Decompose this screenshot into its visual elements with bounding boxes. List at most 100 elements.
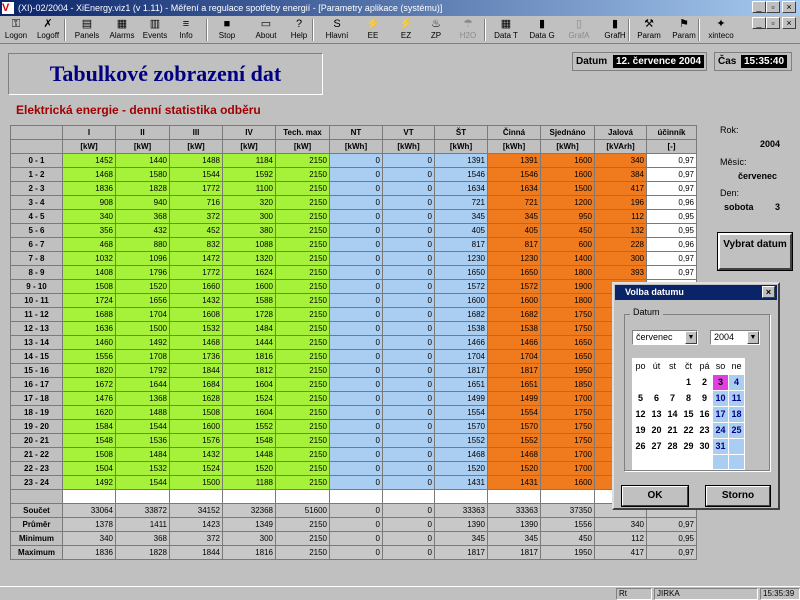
- chevron-down-icon[interactable]: ▼: [747, 331, 759, 344]
- calendar-day[interactable]: 8: [680, 390, 697, 407]
- table-cell[interactable]: 0: [329, 223, 383, 238]
- table-cell[interactable]: 0: [382, 209, 435, 224]
- table-cell[interactable]: 1476: [62, 391, 116, 406]
- table-cell[interactable]: 1816: [222, 349, 276, 364]
- calendar-day[interactable]: 30: [696, 438, 713, 455]
- table-cell[interactable]: 1750: [540, 433, 595, 448]
- month-select[interactable]: červenec ▼: [632, 330, 698, 345]
- table-cell[interactable]: 1188: [222, 475, 276, 490]
- row-header[interactable]: 22 - 23: [10, 461, 63, 476]
- table-cell[interactable]: 384: [594, 167, 647, 182]
- table-cell[interactable]: 1850: [540, 377, 595, 392]
- table-cell[interactable]: 817: [434, 237, 488, 252]
- table-cell[interactable]: 1704: [115, 307, 170, 322]
- table-cell[interactable]: 1750: [540, 419, 595, 434]
- table-cell[interactable]: 1628: [169, 391, 223, 406]
- table-cell[interactable]: 0: [382, 475, 435, 490]
- table-cell[interactable]: 1554: [487, 405, 541, 420]
- table-cell[interactable]: 0: [329, 391, 383, 406]
- table-cell[interactable]: 1230: [434, 251, 488, 266]
- table-cell[interactable]: 908: [62, 195, 116, 210]
- table-cell[interactable]: 450: [540, 223, 595, 238]
- table-cell[interactable]: 1700: [540, 391, 595, 406]
- toolbar-button-ez-11[interactable]: ⚡ EZ: [393, 17, 419, 43]
- table-cell[interactable]: 1492: [62, 475, 116, 490]
- table-cell[interactable]: 1400: [540, 251, 595, 266]
- table-cell[interactable]: 393: [594, 265, 647, 280]
- table-cell[interactable]: 0: [329, 419, 383, 434]
- table-cell[interactable]: 2150: [275, 363, 330, 378]
- toolbar-button-panels-2[interactable]: ▤ Panels: [72, 17, 102, 43]
- select-date-button[interactable]: Vybrat datum: [717, 232, 793, 271]
- table-cell[interactable]: 0,96: [646, 237, 697, 252]
- table-cell[interactable]: 196: [594, 195, 647, 210]
- table-cell[interactable]: 0: [329, 195, 383, 210]
- table-cell[interactable]: 2150: [275, 405, 330, 420]
- table-cell[interactable]: 228: [594, 237, 647, 252]
- table-cell[interactable]: 1588: [222, 293, 276, 308]
- table-cell[interactable]: 1820: [62, 363, 116, 378]
- table-cell[interactable]: 1546: [487, 167, 541, 182]
- row-header[interactable]: 7 - 8: [10, 251, 63, 266]
- table-cell[interactable]: 380: [222, 223, 276, 238]
- toolbar-button-h2o-13[interactable]: ☂ H2O: [453, 17, 483, 43]
- table-cell[interactable]: 1600: [540, 153, 595, 168]
- table-cell[interactable]: 345: [434, 209, 488, 224]
- calendar-day[interactable]: 19: [632, 422, 649, 439]
- table-cell[interactable]: 1460: [62, 335, 116, 350]
- table-cell[interactable]: 2150: [275, 209, 330, 224]
- cancel-button[interactable]: Storno: [705, 485, 771, 507]
- table-cell[interactable]: 1230: [487, 251, 541, 266]
- table-cell[interactable]: 345: [487, 209, 541, 224]
- ok-button[interactable]: OK: [621, 485, 689, 507]
- table-cell[interactable]: 0: [382, 265, 435, 280]
- table-cell[interactable]: 132: [594, 223, 647, 238]
- table-cell[interactable]: 1520: [487, 461, 541, 476]
- row-header[interactable]: 14 - 15: [10, 349, 63, 364]
- table-cell[interactable]: 1500: [115, 321, 170, 336]
- table-cell[interactable]: 2150: [275, 223, 330, 238]
- table-cell[interactable]: 1636: [62, 321, 116, 336]
- table-cell[interactable]: 0: [382, 419, 435, 434]
- table-cell[interactable]: 452: [169, 223, 223, 238]
- table-cell[interactable]: 1728: [222, 307, 276, 322]
- table-cell[interactable]: 2150: [275, 181, 330, 196]
- table-cell[interactable]: 1100: [222, 181, 276, 196]
- table-cell[interactable]: 880: [115, 237, 170, 252]
- table-cell[interactable]: 0: [329, 447, 383, 462]
- table-cell[interactable]: 1184: [222, 153, 276, 168]
- minimize-button[interactable]: _: [752, 1, 766, 13]
- table-cell[interactable]: 1572: [434, 279, 488, 294]
- calendar-day[interactable]: 29: [680, 438, 697, 455]
- table-cell[interactable]: 1651: [434, 377, 488, 392]
- table-cell[interactable]: 1391: [434, 153, 488, 168]
- table-cell[interactable]: 0: [329, 377, 383, 392]
- column-header[interactable]: ŠT: [434, 125, 488, 140]
- table-cell[interactable]: 2150: [275, 195, 330, 210]
- table-cell[interactable]: 372: [169, 209, 223, 224]
- table-cell[interactable]: 1368: [115, 391, 170, 406]
- table-cell[interactable]: 1500: [540, 181, 595, 196]
- calendar-day[interactable]: 1: [680, 374, 697, 391]
- table-cell[interactable]: 1700: [540, 447, 595, 462]
- close-button[interactable]: ×: [782, 1, 796, 13]
- table-cell[interactable]: 300: [594, 251, 647, 266]
- table-cell[interactable]: 1468: [434, 447, 488, 462]
- table-cell[interactable]: 832: [169, 237, 223, 252]
- table-cell[interactable]: 1499: [434, 391, 488, 406]
- column-header[interactable]: Činná: [487, 125, 541, 140]
- calendar-day[interactable]: 21: [664, 422, 681, 439]
- table-cell[interactable]: 1484: [115, 447, 170, 462]
- table-cell[interactable]: 1624: [222, 265, 276, 280]
- table-cell[interactable]: 1548: [222, 433, 276, 448]
- column-header[interactable]: III: [169, 125, 223, 140]
- table-cell[interactable]: 0: [329, 405, 383, 420]
- table-cell[interactable]: 1544: [169, 167, 223, 182]
- table-cell[interactable]: 2150: [275, 377, 330, 392]
- calendar-day[interactable]: 11: [728, 390, 745, 407]
- table-cell[interactable]: 1520: [115, 279, 170, 294]
- table-cell[interactable]: 1466: [434, 335, 488, 350]
- toolbar-button-ee-10[interactable]: ⚡ EE: [360, 17, 386, 43]
- table-cell[interactable]: 2150: [275, 475, 330, 490]
- toolbar-button-logon-0[interactable]: ⚿ Logon: [2, 17, 30, 43]
